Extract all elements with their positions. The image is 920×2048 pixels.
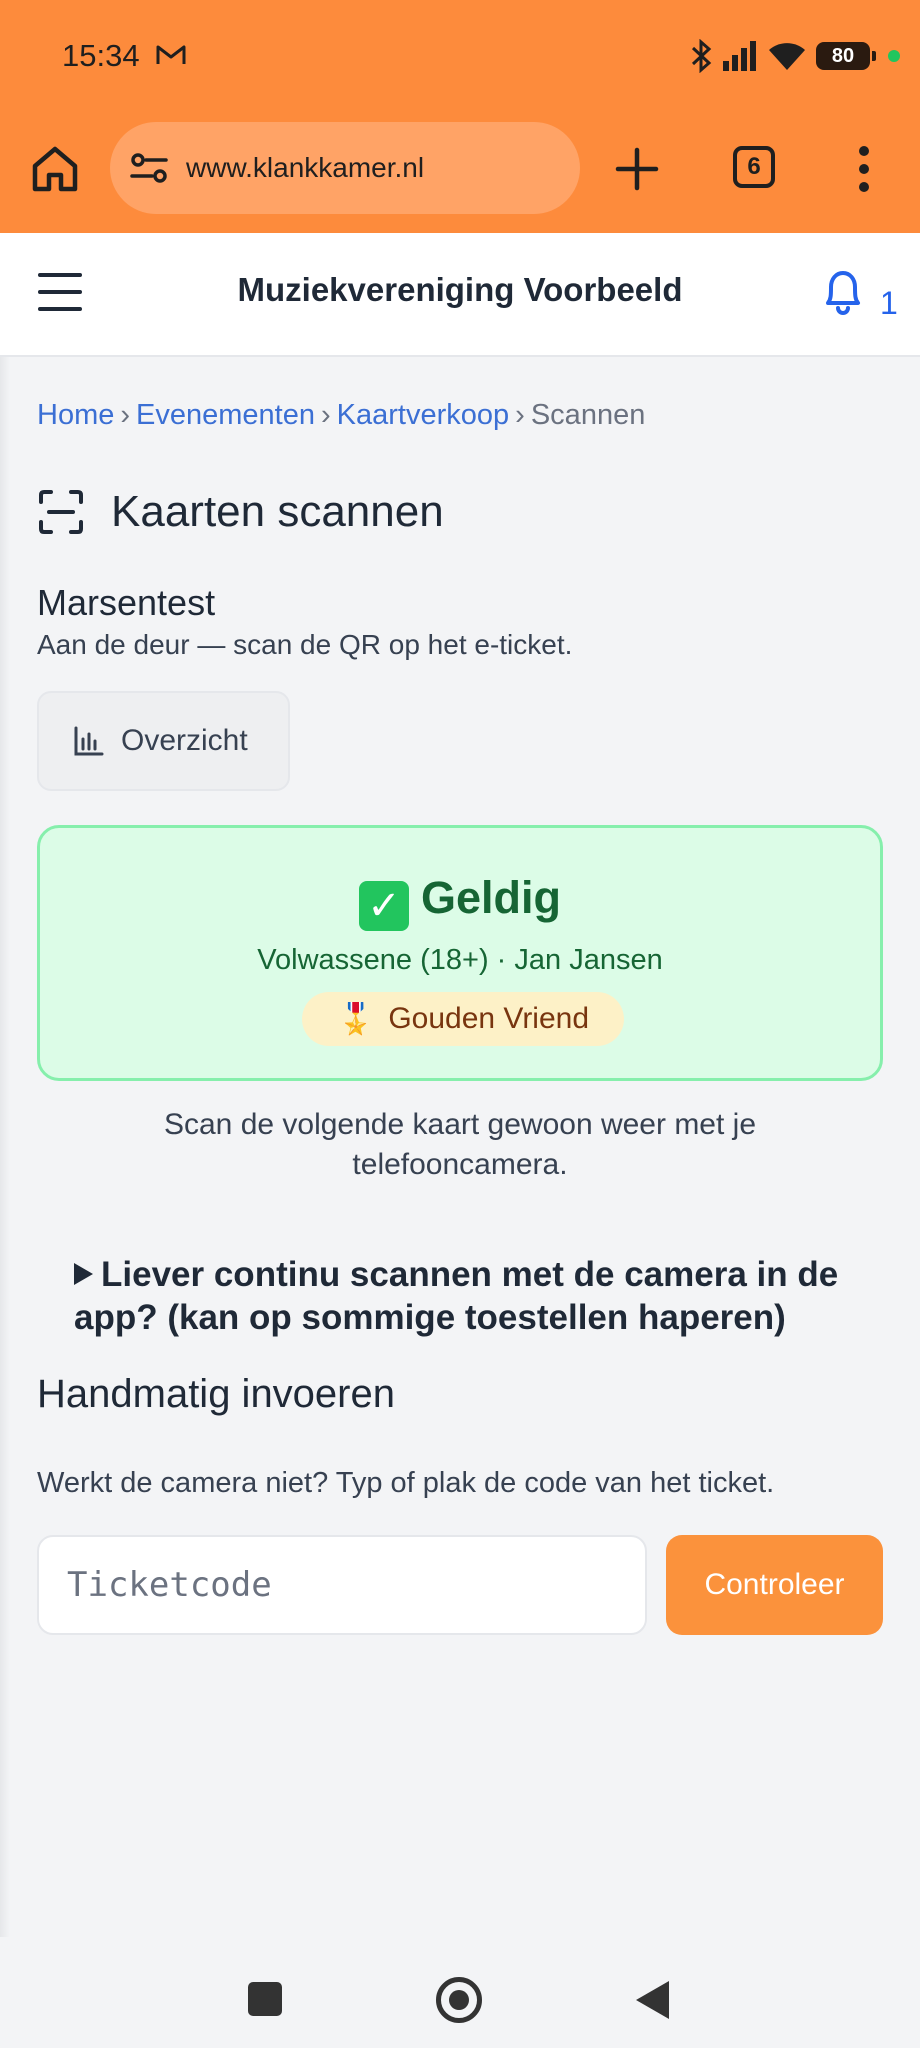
home-circle-icon[interactable] [436, 1977, 482, 2023]
breadcrumb-evenementen[interactable]: Evenementen [136, 399, 315, 431]
app-header: Muziekvereniging Voorbeeld 1 [0, 233, 920, 357]
result-status: ✓ Geldig [40, 872, 880, 931]
left-edge-shadow [0, 357, 10, 1937]
scan-result-card: ✓ Geldig Volwassene (18+) · Jan Jansen 🎖️… [37, 825, 883, 1081]
signal-icon [723, 41, 756, 71]
new-tab-icon[interactable] [612, 144, 662, 194]
privacy-indicator [888, 50, 900, 62]
address-bar[interactable]: www.klankkamer.nl [110, 122, 580, 214]
page-heading: Kaarten scannen [111, 487, 444, 536]
bell-icon[interactable] [818, 263, 868, 319]
check-mark-icon: ✓ [358, 881, 409, 931]
bluetooth-icon [691, 39, 712, 73]
recents-icon[interactable] [248, 1982, 282, 2016]
membership-badge: 🎖️ Gouden Vriend [302, 992, 624, 1046]
badge-label: Gouden Vriend [388, 1002, 590, 1035]
manual-entry-heading: Handmatig invoeren [37, 1372, 395, 1416]
ticket-code-input[interactable] [37, 1535, 647, 1635]
manual-entry-description: Werkt de camera niet? Typ of plak de cod… [37, 1467, 775, 1499]
disclosure-triangle-icon [74, 1263, 93, 1285]
result-detail: Volwassene (18+) · Jan Jansen [257, 944, 663, 976]
bar-chart-icon [74, 726, 104, 756]
status-bar: 15:34 80 [0, 0, 920, 112]
status-icons: 80 [690, 36, 900, 76]
site-settings-icon[interactable] [130, 151, 168, 185]
breadcrumb: Home › Evenementen › Kaartverkoop › Scannen [37, 399, 646, 431]
battery-icon: 80 [816, 42, 876, 70]
overview-button[interactable]: Overzicht [37, 691, 290, 791]
breadcrumb-kaartverkoop[interactable]: Kaartverkoop [337, 399, 510, 431]
medal-icon: 🎖️ [336, 1002, 375, 1036]
browser-chrome: 15:34 80 www.klankkamer.nl 6 [0, 0, 920, 233]
breadcrumb-home[interactable]: Home [37, 399, 114, 431]
scan-hint: Scan de volgende kaart gewoon weer met j… [163, 1108, 757, 1181]
breadcrumb-current: Scannen [530, 399, 646, 431]
status-time: 15:34 [62, 38, 140, 73]
overview-label: Overzicht [121, 724, 248, 757]
home-icon[interactable] [28, 142, 82, 196]
check-ticket-button[interactable]: Controleer [666, 1535, 883, 1635]
result-status-text: Geldig [420, 872, 561, 923]
camera-scan-summary[interactable]: Liever continu scannen met de camera in … [74, 1255, 838, 1337]
url-text[interactable]: www.klankkamer.nl [186, 152, 424, 184]
notification-count[interactable]: 1 [880, 285, 898, 322]
event-subtitle: Aan de deur — scan de QR op het e-ticket… [37, 629, 573, 660]
page-title: Kaarten scannen [37, 487, 444, 537]
camera-scan-toggle[interactable]: Liever continu scannen met de camera in … [74, 1253, 864, 1339]
browser-toolbar: www.klankkamer.nl 6 [0, 112, 920, 233]
more-menu-icon[interactable] [852, 142, 876, 196]
site-title[interactable]: Muziekvereniging Voorbeeld [0, 271, 920, 309]
gmail-icon [156, 45, 186, 64]
wifi-icon [769, 43, 805, 70]
back-icon[interactable] [636, 1981, 669, 2019]
scan-icon [39, 490, 83, 534]
event-name: Marsentest [37, 582, 216, 623]
tab-switcher-button[interactable]: 6 [733, 146, 775, 188]
system-nav-bar [0, 1937, 920, 2048]
